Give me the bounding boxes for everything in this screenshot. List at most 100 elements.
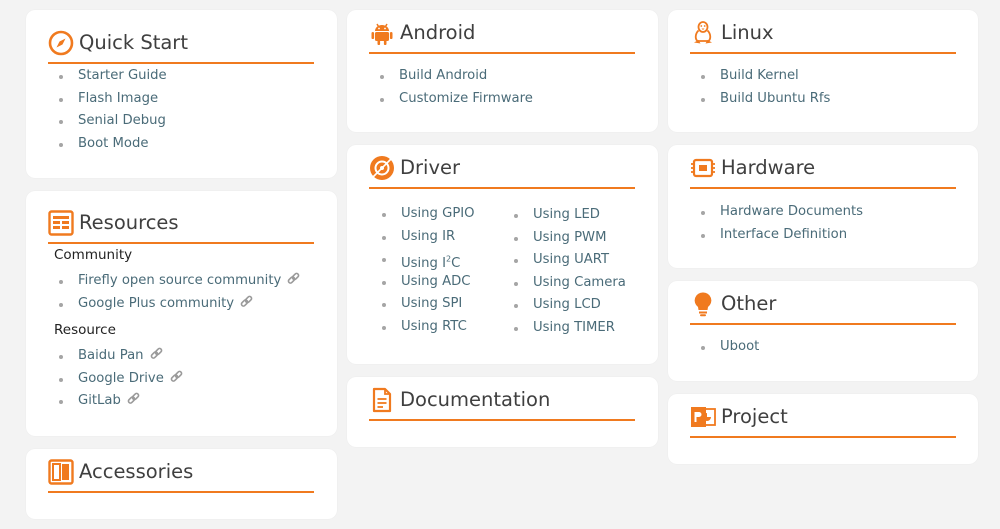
driver-list-right: Using LED Using PWM Using UART Using Cam…: [509, 204, 626, 340]
list-item[interactable]: Baidu Pan: [54, 345, 183, 368]
penguin-icon: [690, 20, 716, 46]
using-gpio-link[interactable]: Using GPIO: [401, 206, 475, 221]
panel-icon: [48, 459, 74, 485]
android-card: Android Build Android Customize Firmware: [347, 10, 658, 132]
driver-list-left: Using GPIO Using IR Using I2C Using ADC …: [377, 203, 475, 339]
list-item[interactable]: Build Android: [375, 65, 533, 88]
list-item[interactable]: Using SPI: [377, 293, 475, 316]
boot-mode-link[interactable]: Boot Mode: [78, 136, 148, 151]
using-ir-link[interactable]: Using IR: [401, 229, 455, 244]
card-title: Project: [721, 405, 788, 428]
list-item[interactable]: Google Drive: [54, 368, 183, 391]
list-item[interactable]: Starter Guide: [54, 65, 167, 88]
google-plus-community-link[interactable]: Google Plus community: [78, 296, 234, 311]
using-lcd-link[interactable]: Using LCD: [533, 297, 601, 312]
list-item[interactable]: Using LCD: [509, 294, 626, 317]
chain-link-icon: [127, 391, 140, 414]
i2c-suffix: C: [451, 255, 461, 271]
card-title: Hardware: [721, 156, 816, 179]
community-label: Community: [54, 247, 133, 263]
using-i2c-link[interactable]: Using I2C: [401, 254, 461, 271]
chain-link-icon: [240, 294, 253, 317]
project-card: Project: [668, 394, 978, 464]
using-i2c-text: Using I: [401, 255, 446, 271]
list-item[interactable]: Boot Mode: [54, 133, 167, 156]
linux-header: Linux: [690, 10, 956, 54]
list-item[interactable]: Using LED: [509, 204, 626, 227]
card-title: Resources: [79, 211, 179, 234]
list-item[interactable]: Flash Image: [54, 88, 167, 111]
documentation-header: Documentation: [369, 377, 635, 421]
using-uart-link[interactable]: Using UART: [533, 252, 609, 267]
list-item[interactable]: Customize Firmware: [375, 88, 533, 111]
documentation-card: Documentation: [347, 377, 658, 447]
list-item[interactable]: Using I2C: [377, 248, 475, 271]
list-item[interactable]: Using GPIO: [377, 203, 475, 226]
hardware-card: Hardware Hardware Documents Interface De…: [668, 145, 978, 268]
list-item[interactable]: Using ADC: [377, 271, 475, 294]
list-item[interactable]: Interface Definition: [696, 224, 863, 247]
other-list: Uboot: [696, 336, 759, 359]
using-camera-link[interactable]: Using Camera: [533, 275, 626, 290]
serial-debug-link[interactable]: Senial Debug: [78, 113, 166, 128]
list-item[interactable]: Using Camera: [509, 272, 626, 295]
using-led-link[interactable]: Using LED: [533, 207, 600, 222]
resources-card: Resources Community Firefly open source …: [26, 191, 337, 436]
list-item[interactable]: Using PWM: [509, 227, 626, 250]
list-item[interactable]: Firefly open source community: [54, 270, 300, 293]
list-item[interactable]: Using TIMER: [509, 317, 626, 340]
card-title: Android: [400, 21, 476, 44]
starter-guide-link[interactable]: Starter Guide: [78, 68, 167, 83]
list-item[interactable]: Build Ubuntu Rfs: [696, 88, 830, 111]
project-header: Project: [690, 394, 956, 438]
customize-firmware-link[interactable]: Customize Firmware: [399, 91, 533, 106]
newspaper-icon: [48, 210, 74, 236]
card-title: Documentation: [400, 388, 551, 411]
gear-disc-icon: [369, 155, 395, 181]
android-icon: [369, 20, 395, 46]
using-rtc-link[interactable]: Using RTC: [401, 319, 467, 334]
build-android-link[interactable]: Build Android: [399, 68, 487, 83]
driver-header: Driver: [369, 145, 635, 189]
flash-image-link[interactable]: Flash Image: [78, 91, 158, 106]
using-pwm-link[interactable]: Using PWM: [533, 230, 606, 245]
chip-icon: [690, 155, 716, 181]
hardware-documents-link[interactable]: Hardware Documents: [720, 204, 863, 219]
driver-card: Driver Using GPIO Using IR Using I2C Usi…: [347, 145, 658, 364]
uboot-link[interactable]: Uboot: [720, 339, 759, 354]
gitlab-link[interactable]: GitLab: [78, 393, 121, 408]
build-ubuntu-rfs-link[interactable]: Build Ubuntu Rfs: [720, 91, 830, 106]
list-item[interactable]: Build Kernel: [696, 65, 830, 88]
linux-card: Linux Build Kernel Build Ubuntu Rfs: [668, 10, 978, 132]
presentation-icon: [690, 404, 716, 430]
interface-definition-link[interactable]: Interface Definition: [720, 227, 847, 242]
list-item[interactable]: Using IR: [377, 226, 475, 249]
document-icon: [369, 387, 395, 413]
chain-link-icon: [170, 369, 183, 392]
resource-list: Baidu Pan Google Drive GitLab: [54, 345, 183, 413]
hardware-list: Hardware Documents Interface Definition: [696, 201, 863, 246]
accessories-header: Accessories: [48, 449, 314, 493]
card-title: Driver: [400, 156, 461, 179]
build-kernel-link[interactable]: Build Kernel: [720, 68, 799, 83]
google-drive-link[interactable]: Google Drive: [78, 371, 164, 386]
quick-start-list: Starter Guide Flash Image Senial Debug B…: [54, 65, 167, 155]
list-item[interactable]: Using UART: [509, 249, 626, 272]
list-item[interactable]: Google Plus community: [54, 293, 300, 316]
list-item[interactable]: Using RTC: [377, 316, 475, 339]
chain-link-icon: [287, 271, 300, 294]
resources-header: Resources: [48, 200, 314, 244]
using-timer-link[interactable]: Using TIMER: [533, 320, 615, 335]
card-title: Accessories: [79, 460, 194, 483]
using-adc-link[interactable]: Using ADC: [401, 274, 471, 289]
lightbulb-icon: [690, 291, 716, 317]
quick-start-card: Quick Start Starter Guide Flash Image Se…: [26, 10, 337, 178]
firefly-community-link[interactable]: Firefly open source community: [78, 273, 281, 288]
list-item[interactable]: Uboot: [696, 336, 759, 359]
list-item[interactable]: Senial Debug: [54, 110, 167, 133]
baidu-pan-link[interactable]: Baidu Pan: [78, 348, 144, 363]
list-item[interactable]: GitLab: [54, 390, 183, 413]
list-item[interactable]: Hardware Documents: [696, 201, 863, 224]
using-spi-link[interactable]: Using SPI: [401, 296, 462, 311]
chain-link-icon: [150, 346, 163, 369]
